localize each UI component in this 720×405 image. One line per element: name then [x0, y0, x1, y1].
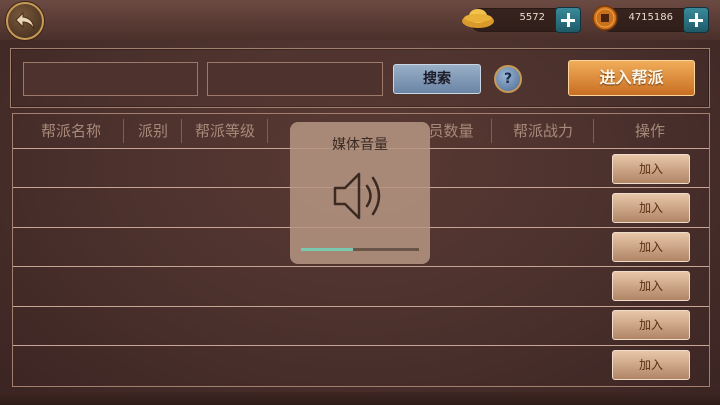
row-divider: [13, 345, 709, 346]
gold-counter: 5572: [462, 7, 581, 33]
guild-id-input[interactable]: [207, 62, 383, 96]
header-guild-power: 帮派战力: [512, 122, 573, 140]
bottom-decoration: [0, 392, 720, 405]
column-divider: [491, 119, 492, 143]
volume-level-fill: [301, 248, 353, 251]
header-guild-name: 帮派名称: [40, 122, 101, 140]
copper-coin-icon: [592, 5, 618, 31]
volume-title: 媒体音量: [332, 137, 388, 153]
column-divider: [181, 119, 182, 143]
column-divider: [123, 119, 124, 143]
add-coins-button[interactable]: [683, 7, 709, 33]
volume-slider[interactable]: [301, 248, 419, 251]
gold-ingot-icon: [462, 9, 494, 28]
help-button[interactable]: ?: [494, 65, 522, 93]
column-divider: [593, 119, 594, 143]
join-button[interactable]: 加入: [612, 310, 690, 340]
enter-guild-button[interactable]: 进入帮派: [568, 60, 695, 96]
join-button[interactable]: 加入: [612, 271, 690, 301]
join-button[interactable]: 加入: [612, 232, 690, 262]
header-guild-level: 帮派等级: [194, 122, 255, 140]
gold-amount: 5572: [519, 12, 545, 23]
back-arrow-icon: [15, 11, 35, 30]
coin-amount: 4715186: [628, 12, 673, 23]
volume-overlay: 媒体音量: [290, 122, 430, 264]
column-divider: [267, 119, 268, 143]
header-faction: 派别: [137, 122, 168, 140]
join-button[interactable]: 加入: [612, 154, 690, 184]
join-button[interactable]: 加入: [612, 350, 690, 380]
speaker-icon: [333, 172, 381, 220]
add-gold-button[interactable]: [555, 7, 581, 33]
coin-counter: 4715186: [592, 5, 709, 33]
row-divider: [13, 266, 709, 267]
join-button[interactable]: 加入: [612, 193, 690, 223]
guild-name-input[interactable]: [23, 62, 198, 96]
row-divider: [13, 306, 709, 307]
search-button[interactable]: 搜索: [393, 64, 481, 94]
back-button[interactable]: [6, 2, 44, 40]
header-actions: 操作: [634, 122, 665, 140]
